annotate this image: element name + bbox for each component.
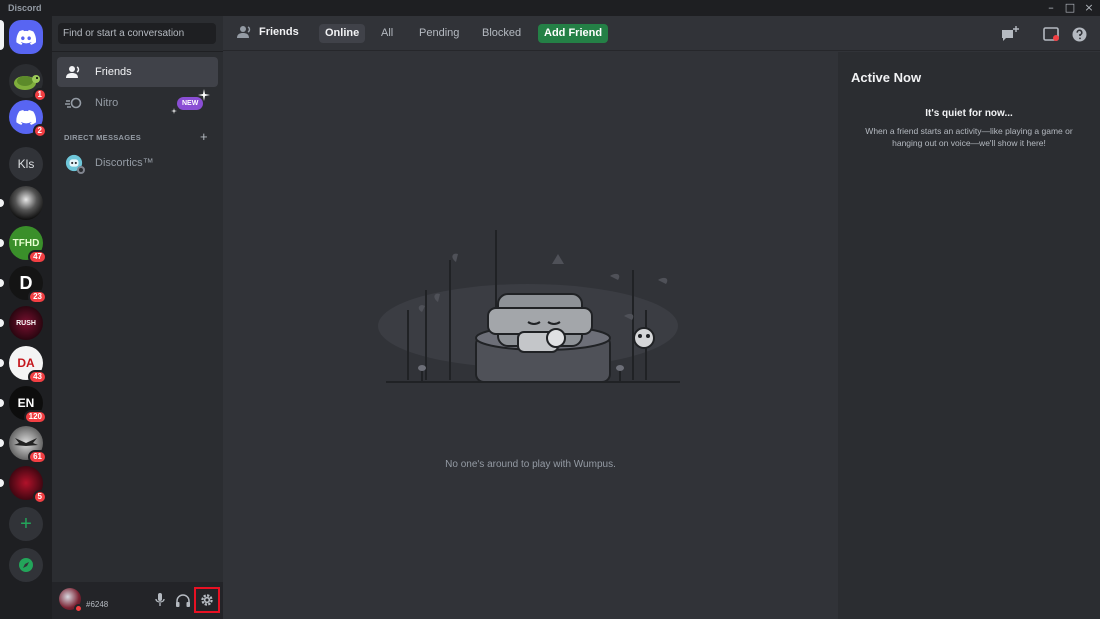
tab-pending[interactable]: Pending [413,24,465,43]
offline-status-icon [77,166,85,174]
dnd-status-icon [74,604,83,613]
nitro-icon [65,94,83,112]
home-indicator [0,20,4,50]
sidebar-item-nitro[interactable]: Nitro NEW [57,88,218,118]
unread-indicator [0,479,4,487]
mention-badge: 43 [28,370,47,384]
channel-sidebar: Find or start a conversation Friends Nit… [52,16,223,619]
close-button[interactable]: × [1078,0,1100,16]
wumpus-illustration [378,230,680,383]
mention-badge: 5 [32,490,47,504]
quiet-description: When a friend starts an activity—like pl… [865,126,1073,148]
bot-avatar [65,154,85,174]
guild-turtle[interactable]: 1 [9,64,47,102]
unread-indicator [0,199,4,207]
mention-badge: 61 [28,450,47,464]
compass-icon [19,558,33,572]
discord-logo-icon [16,109,36,125]
mention-badge: 120 [23,410,47,424]
settings-highlight-box [194,587,220,613]
friends-toolbar: Friends Online All Pending Blocked Add F… [223,16,1100,51]
user-panel: #6248 [52,582,223,619]
create-dm-button[interactable]: + [200,129,208,144]
explore-servers-button[interactable] [9,548,43,582]
friends-wave-icon [237,25,253,39]
toolbar-title-text: Friends [259,26,299,38]
guild-initials: Kls [17,157,35,171]
new-group-dm-button[interactable] [1001,25,1019,43]
home-button[interactable] [9,20,43,54]
help-button[interactable] [1070,25,1088,43]
guild-en[interactable]: EN 120 [9,386,47,424]
active-now-title: Active Now [851,70,922,85]
guild-initials: TFHD [12,237,40,249]
sparkle-small-icon [171,108,177,114]
guild-d[interactable]: D 23 [9,266,47,304]
guild-initials: RUSH [16,319,36,327]
guild-discord-blue[interactable]: 2 [9,100,47,138]
active-now-panel: Active Now It's quiet for now... When a … [838,52,1100,619]
tab-all[interactable]: All [375,24,399,43]
sidebar-item-label: Nitro [95,97,119,109]
server-rail: 1 2 Kls TFHD 47 D 23 RUSH DA 43 EN 120 6… [0,16,52,619]
guild-tfhd[interactable]: TFHD 47 [9,226,47,264]
friends-wave-icon [65,63,83,81]
guild-initials: EN [17,396,35,410]
guild-dark-figure[interactable] [9,186,43,220]
mention-badge: 1 [32,88,47,102]
user-tag: #6248 [86,600,109,609]
guild-da[interactable]: DA 43 [9,346,47,384]
guild-wings[interactable]: 61 [9,426,47,464]
tab-online[interactable]: Online [319,24,366,43]
guild-rush[interactable]: RUSH [9,306,43,340]
toolbar-title: Friends [237,25,299,39]
divider [52,51,223,52]
guild-kls[interactable]: Kls [9,147,43,181]
mention-badge: 23 [28,290,47,304]
mention-badge: 47 [28,250,47,264]
quiet-title: It's quiet for now... [925,108,1013,119]
microphone-icon [155,593,165,606]
guild-initials: DA [17,356,35,370]
help-icon [1072,27,1086,41]
unread-indicator [0,359,4,367]
unread-indicator [0,319,4,327]
headphones-icon [176,593,190,607]
app-title: Discord [8,3,42,13]
title-bar: Discord – □ × [0,0,1100,16]
mention-badge: 2 [32,124,47,138]
sidebar-item-friends[interactable]: Friends [57,57,218,87]
guild-red-esports[interactable]: 5 [9,466,47,504]
sparkle-icon [198,89,210,101]
unread-indicator [0,279,4,287]
friends-main: Friends Online All Pending Blocked Add F… [223,16,1100,619]
add-server-button[interactable]: + [9,507,43,541]
new-group-dm-icon [1002,26,1019,41]
plus-icon: + [20,512,32,535]
unread-indicator [0,239,4,247]
mute-button[interactable] [150,590,170,610]
dm-name: Discortics™ [95,157,154,169]
deafen-button[interactable] [173,590,193,610]
direct-messages-header: DIRECT MESSAGES [64,133,142,142]
friends-list-area: No one's around to play with Wumpus. [223,52,838,619]
inbox-button[interactable] [1042,25,1060,43]
conversation-search[interactable]: Find or start a conversation [58,23,216,44]
dm-item-discortics[interactable]: Discortics™ [57,148,218,178]
sidebar-item-label: Friends [95,66,132,78]
wings-icon [14,438,38,446]
empty-state-text: No one's around to play with Wumpus. [445,459,616,470]
tab-blocked[interactable]: Blocked [476,24,527,43]
inbox-icon [1043,27,1059,41]
unread-indicator [0,399,4,407]
unread-indicator [0,439,4,447]
discord-logo-icon [16,29,36,45]
add-friend-button[interactable]: Add Friend [538,24,609,43]
